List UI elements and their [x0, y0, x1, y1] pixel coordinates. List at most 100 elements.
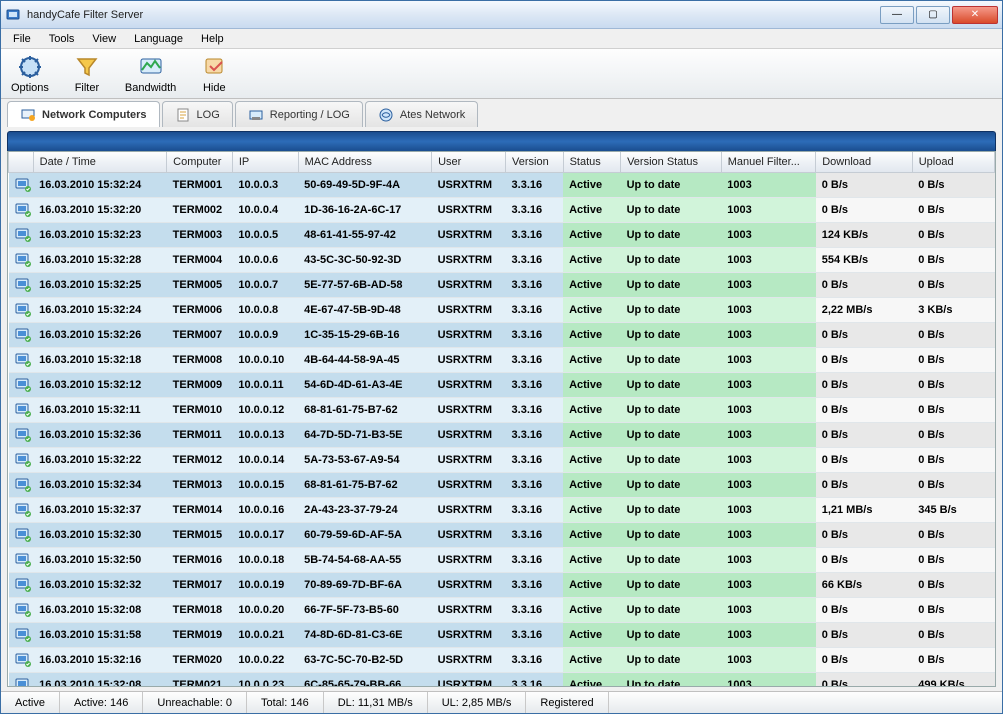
cell-user: USRXTRM: [432, 373, 506, 398]
cell-version-status: Up to date: [621, 673, 722, 687]
table-row[interactable]: 16.03.2010 15:32:32TERM01710.0.0.1970-89…: [9, 573, 995, 598]
cell-status: Active: [563, 173, 621, 198]
tab-reporting-log[interactable]: Reporting / LOG: [235, 101, 363, 127]
col-header-icon[interactable]: [9, 152, 34, 173]
col-header[interactable]: Status: [563, 152, 621, 173]
cell-computer: TERM002: [167, 198, 233, 223]
cell-manual-filter: 1003: [721, 498, 815, 523]
computer-icon: [15, 577, 31, 593]
tab-network-computers[interactable]: Network Computers: [7, 101, 160, 127]
cell-user: USRXTRM: [432, 598, 506, 623]
cell-version-status: Up to date: [621, 348, 722, 373]
table-row[interactable]: 16.03.2010 15:32:11TERM01010.0.0.1268-81…: [9, 398, 995, 423]
menu-view[interactable]: View: [84, 31, 124, 47]
table-row[interactable]: 16.03.2010 15:32:34TERM01310.0.0.1568-81…: [9, 473, 995, 498]
toolbar-hide-button[interactable]: Hide: [196, 51, 232, 96]
table-row[interactable]: 16.03.2010 15:32:25TERM00510.0.0.75E-77-…: [9, 273, 995, 298]
cell-download: 0 B/s: [816, 273, 913, 298]
cell-mac: 5A-73-53-67-A9-54: [298, 448, 432, 473]
col-header[interactable]: Upload: [912, 152, 994, 173]
toolbar-filter-button[interactable]: Filter: [69, 51, 105, 96]
cell-version: 3.3.16: [506, 423, 564, 448]
table-row[interactable]: 16.03.2010 15:32:26TERM00710.0.0.91C-35-…: [9, 323, 995, 348]
cell-ip: 10.0.0.23: [232, 673, 298, 687]
col-header[interactable]: Version: [506, 152, 564, 173]
cell-ip: 10.0.0.22: [232, 648, 298, 673]
cell-mac: 68-81-61-75-B7-62: [298, 398, 432, 423]
toolbar-options-button[interactable]: Options: [7, 51, 53, 96]
tab-log[interactable]: LOG: [162, 101, 233, 127]
table-row[interactable]: 16.03.2010 15:32:23TERM00310.0.0.548-61-…: [9, 223, 995, 248]
cell-upload: 0 B/s: [912, 223, 994, 248]
menu-tools[interactable]: Tools: [41, 31, 83, 47]
computer-icon: [15, 677, 31, 686]
table-scroll[interactable]: Date / TimeComputerIPMAC AddressUserVers…: [8, 152, 995, 686]
cell-manual-filter: 1003: [721, 348, 815, 373]
col-header[interactable]: Manuel Filter...: [721, 152, 815, 173]
table-row[interactable]: 16.03.2010 15:32:12TERM00910.0.0.1154-6D…: [9, 373, 995, 398]
table-container: Date / TimeComputerIPMAC AddressUserVers…: [7, 151, 996, 687]
table-row[interactable]: 16.03.2010 15:32:30TERM01510.0.0.1760-79…: [9, 523, 995, 548]
table-row[interactable]: 16.03.2010 15:32:24TERM00110.0.0.350-69-…: [9, 173, 995, 198]
cell-download: 1,21 MB/s: [816, 498, 913, 523]
cell-computer: TERM017: [167, 573, 233, 598]
col-header[interactable]: MAC Address: [298, 152, 432, 173]
minimize-button[interactable]: —: [880, 6, 914, 24]
table-row[interactable]: 16.03.2010 15:32:24TERM00610.0.0.84E-67-…: [9, 298, 995, 323]
table-row[interactable]: 16.03.2010 15:32:16TERM02010.0.0.2263-7C…: [9, 648, 995, 673]
menu-file[interactable]: File: [5, 31, 39, 47]
col-header[interactable]: Computer: [167, 152, 233, 173]
cell-mac: 54-6D-4D-61-A3-4E: [298, 373, 432, 398]
cell-ip: 10.0.0.5: [232, 223, 298, 248]
cell-download: 554 KB/s: [816, 248, 913, 273]
col-header[interactable]: Version Status: [621, 152, 722, 173]
maximize-button[interactable]: ▢: [916, 6, 950, 24]
cell-ip: 10.0.0.6: [232, 248, 298, 273]
table-row[interactable]: 16.03.2010 15:32:08TERM01810.0.0.2066-7F…: [9, 598, 995, 623]
cell-manual-filter: 1003: [721, 173, 815, 198]
cell-user: USRXTRM: [432, 673, 506, 687]
close-button[interactable]: ✕: [952, 6, 998, 24]
computer-icon: [15, 552, 31, 568]
table-row[interactable]: 16.03.2010 15:32:18TERM00810.0.0.104B-64…: [9, 348, 995, 373]
cell-computer: TERM007: [167, 323, 233, 348]
cell-download: 124 KB/s: [816, 223, 913, 248]
col-header[interactable]: User: [432, 152, 506, 173]
table-row[interactable]: 16.03.2010 15:32:08TERM02110.0.0.236C-85…: [9, 673, 995, 687]
cell-mac: 63-7C-5C-70-B2-5D: [298, 648, 432, 673]
cell-user: USRXTRM: [432, 573, 506, 598]
computer-icon: [15, 277, 31, 293]
cell-status: Active: [563, 548, 621, 573]
table-row[interactable]: 16.03.2010 15:32:50TERM01610.0.0.185B-74…: [9, 548, 995, 573]
cell-manual-filter: 1003: [721, 273, 815, 298]
toolbar-bandwidth-button[interactable]: Bandwidth: [121, 51, 180, 96]
table-row[interactable]: 16.03.2010 15:32:37TERM01410.0.0.162A-43…: [9, 498, 995, 523]
menu-language[interactable]: Language: [126, 31, 191, 47]
table-row[interactable]: 16.03.2010 15:32:20TERM00210.0.0.41D-36-…: [9, 198, 995, 223]
cell-manual-filter: 1003: [721, 573, 815, 598]
tab-ates-network[interactable]: Ates Network: [365, 101, 478, 127]
table-row[interactable]: 16.03.2010 15:32:28TERM00410.0.0.643-5C-…: [9, 248, 995, 273]
tab-icon: [20, 107, 36, 123]
tab-label: Ates Network: [400, 109, 465, 121]
cell-version: 3.3.16: [506, 548, 564, 573]
window-title: handyCafe Filter Server: [27, 9, 880, 21]
menu-help[interactable]: Help: [193, 31, 232, 47]
table-row[interactable]: 16.03.2010 15:32:36TERM01110.0.0.1364-7D…: [9, 423, 995, 448]
cell-status: Active: [563, 298, 621, 323]
col-header[interactable]: Date / Time: [33, 152, 167, 173]
cell-mac: 1D-36-16-2A-6C-17: [298, 198, 432, 223]
computer-icon: [15, 627, 31, 643]
col-header[interactable]: Download: [816, 152, 913, 173]
cell-upload: 0 B/s: [912, 573, 994, 598]
table-row[interactable]: 16.03.2010 15:32:22TERM01210.0.0.145A-73…: [9, 448, 995, 473]
cell-upload: 0 B/s: [912, 248, 994, 273]
cell-download: 0 B/s: [816, 198, 913, 223]
col-header[interactable]: IP: [232, 152, 298, 173]
cell-download: 0 B/s: [816, 648, 913, 673]
cell-version: 3.3.16: [506, 673, 564, 687]
cell-version-status: Up to date: [621, 523, 722, 548]
cell-version-status: Up to date: [621, 423, 722, 448]
table-row[interactable]: 16.03.2010 15:31:58TERM01910.0.0.2174-8D…: [9, 623, 995, 648]
cell-computer: TERM005: [167, 273, 233, 298]
